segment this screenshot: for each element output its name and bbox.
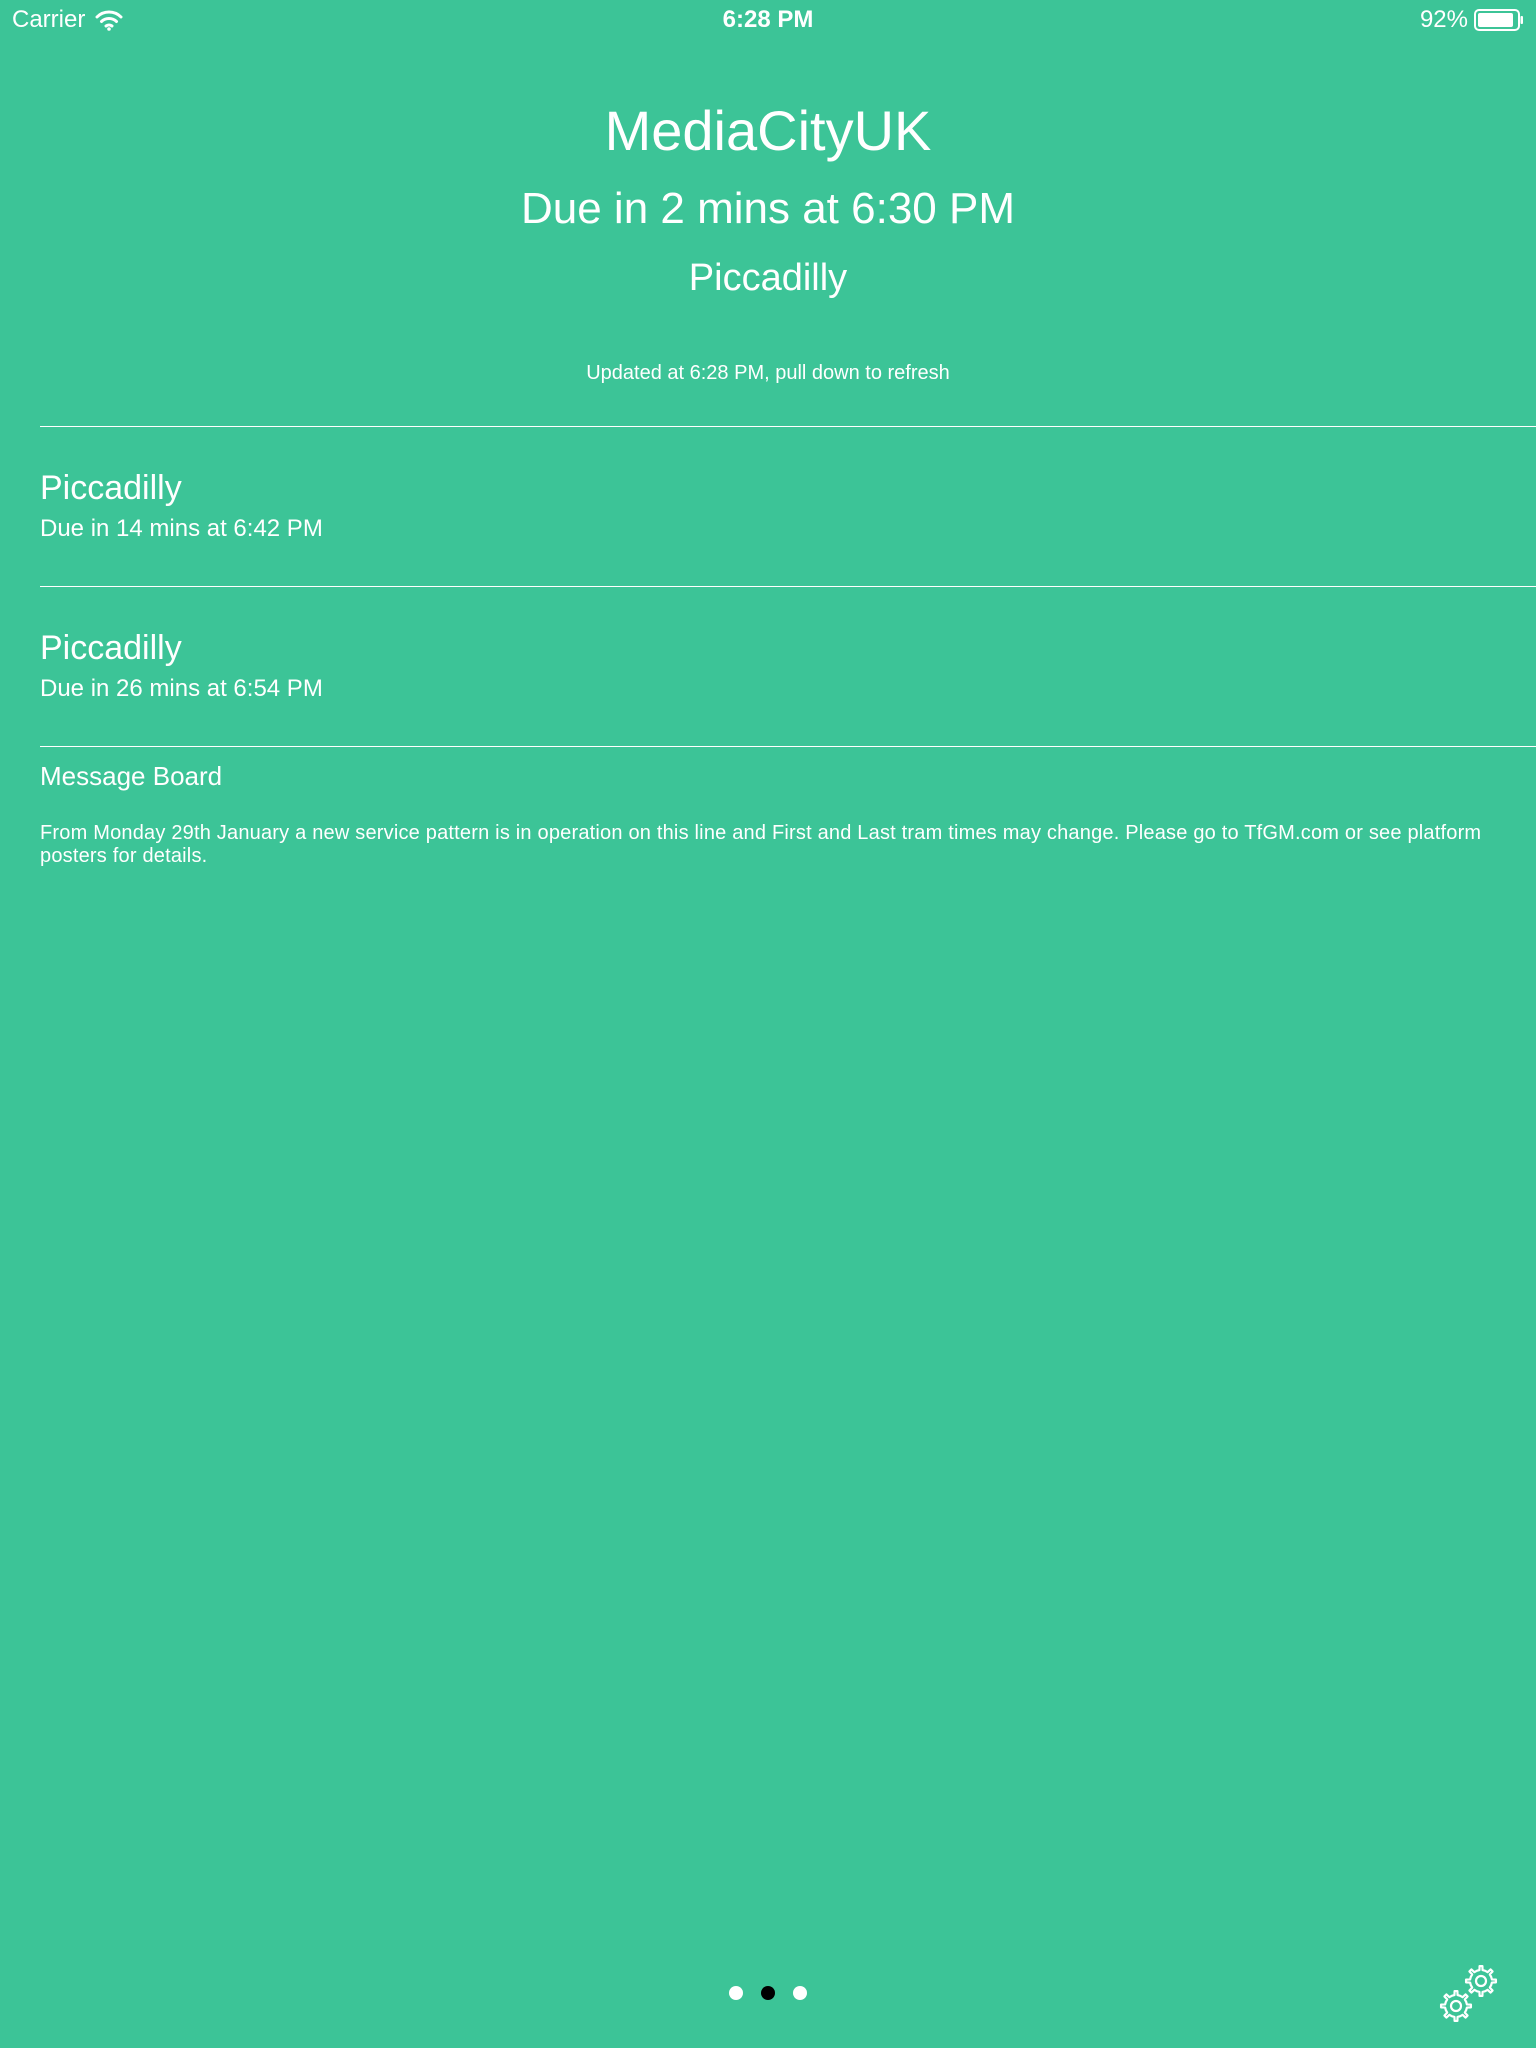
next-tram-header: MediaCityUK Due in 2 mins at 6:30 PM Pic… xyxy=(0,96,1536,386)
message-board-title: Message Board xyxy=(40,761,223,791)
station-title: MediaCityUK xyxy=(604,99,932,162)
page-control[interactable] xyxy=(0,1986,1536,2000)
battery-percent: 92% xyxy=(1419,6,1468,33)
refresh-status: Updated at 6:28 PM, pull down to refresh xyxy=(586,362,950,384)
gears-icon[interactable] xyxy=(1436,1960,1508,2032)
departure-due: Due in 26 mins at 6:54 PM xyxy=(40,675,323,702)
departure-due: Due in 14 mins at 6:42 PM xyxy=(40,515,323,542)
divider xyxy=(40,746,1536,747)
departure-destination: Piccadilly xyxy=(40,469,182,507)
page-dot[interactable] xyxy=(729,1986,743,2000)
page-dot[interactable] xyxy=(761,1986,775,2000)
status-bar: Carrier 6:28 PM 92% xyxy=(0,0,1536,40)
page-dot[interactable] xyxy=(793,1986,807,2000)
next-tram-due: Due in 2 mins at 6:30 PM xyxy=(520,184,1015,233)
battery-indicator: 92% xyxy=(1420,6,1524,34)
status-time: 6:28 PM xyxy=(722,6,814,33)
departure-destination: Piccadilly xyxy=(40,629,182,667)
next-tram-destination: Piccadilly xyxy=(688,257,848,299)
departure-row[interactable]: Piccadilly Due in 14 mins at 6:42 PM xyxy=(40,427,1536,586)
battery-icon xyxy=(1474,9,1523,31)
departure-row[interactable]: Piccadilly Due in 26 mins at 6:54 PM xyxy=(40,587,1536,746)
message-board-text: From Monday 29th January a new service p… xyxy=(40,822,1482,867)
